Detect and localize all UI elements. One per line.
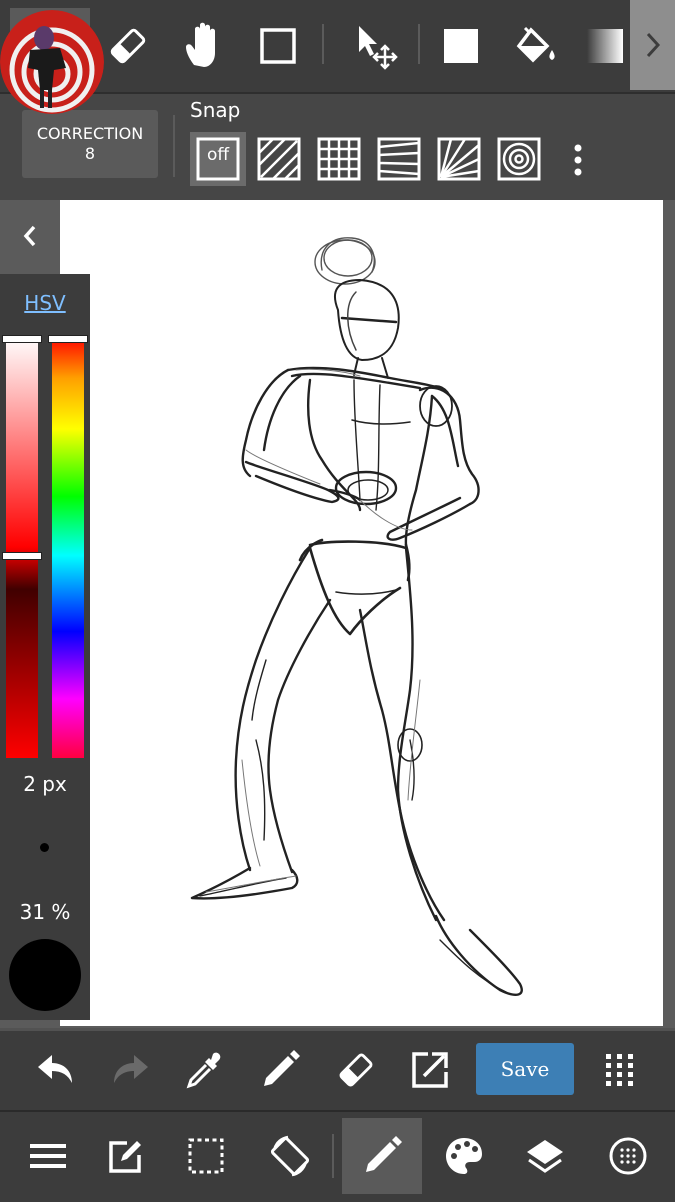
redo-icon [114, 1055, 148, 1083]
grid-dots-icon [606, 1054, 633, 1086]
hand-icon [186, 22, 215, 67]
undo-button[interactable] [26, 1040, 86, 1100]
radial-lines-icon [437, 137, 481, 181]
more-vertical-icon [574, 144, 582, 176]
hand-tool-button[interactable] [165, 8, 245, 84]
fill-square-button[interactable] [421, 8, 501, 84]
snap-off-button[interactable]: off [190, 132, 246, 186]
bucket-icon [516, 26, 555, 63]
vanishing-lines-icon [377, 137, 421, 181]
pen-tool-nav-button[interactable] [342, 1118, 422, 1194]
pen-action-button[interactable] [250, 1040, 310, 1100]
hsv-mode-link[interactable]: HSV [0, 291, 90, 315]
bucket-tool-button[interactable] [497, 8, 577, 84]
export-icon [412, 1052, 448, 1088]
collapse-panel-button[interactable] [0, 200, 60, 272]
snap-grid-button[interactable] [311, 132, 367, 186]
dotted-circle-icon [609, 1137, 647, 1175]
hue-slider[interactable] [52, 336, 84, 758]
grid-menu-button[interactable] [590, 1040, 650, 1100]
rotate-icon [270, 1135, 310, 1177]
save-button[interactable]: Save [476, 1043, 574, 1095]
fill-square-icon [444, 29, 478, 63]
saturation-value-slider[interactable] [6, 336, 38, 758]
toolbar-more-button[interactable] [630, 0, 675, 90]
rectangle-select-icon [260, 28, 296, 64]
nav-divider [332, 1134, 334, 1178]
concentric-circles-icon [497, 137, 541, 181]
layers-icon [527, 1140, 563, 1173]
user-avatar[interactable] [0, 10, 104, 114]
gradient-tool-button[interactable] [580, 8, 630, 84]
correction-button[interactable]: CORRECTION 8 [22, 110, 158, 178]
pen-icon [264, 1050, 300, 1086]
drawing-canvas[interactable] [60, 200, 663, 1026]
pen-icon [366, 1136, 402, 1172]
snap-off-label: off [206, 145, 230, 165]
chevron-right-icon [646, 32, 660, 58]
layers-button[interactable] [505, 1118, 585, 1194]
brush-size-label[interactable]: 2 px [0, 772, 90, 796]
eraser-icon [339, 1053, 373, 1087]
menu-button[interactable] [8, 1118, 88, 1194]
correction-value: 8 [84, 144, 96, 163]
rotate-canvas-button[interactable] [250, 1118, 330, 1194]
undo-icon [38, 1055, 72, 1083]
snap-label: Snap [190, 98, 241, 122]
move-tool-button[interactable] [335, 8, 415, 84]
snap-vanishing-button[interactable] [371, 132, 427, 186]
palette-icon [446, 1138, 482, 1174]
current-color-swatch[interactable] [9, 939, 81, 1011]
move-icon [359, 26, 398, 70]
selection-icon [188, 1138, 224, 1174]
toolbar-divider [418, 24, 420, 64]
snap-parallel-button[interactable] [251, 132, 307, 186]
correction-label: CORRECTION [36, 124, 144, 143]
redo-button[interactable] [100, 1040, 160, 1100]
snap-divider [173, 115, 175, 177]
brightness-slider-handle[interactable] [2, 335, 42, 343]
selection-button[interactable] [166, 1118, 246, 1194]
snap-concentric-button[interactable] [491, 132, 547, 186]
snap-radial-button[interactable] [431, 132, 487, 186]
eyedropper-button[interactable] [175, 1040, 235, 1100]
brush-settings-button[interactable] [588, 1118, 668, 1194]
export-button[interactable] [400, 1040, 460, 1100]
eyedropper-icon [186, 1052, 221, 1089]
brush-size-preview [40, 843, 49, 852]
snap-more-button[interactable] [566, 140, 590, 180]
saturation-value-slider-handle[interactable] [2, 552, 42, 561]
palette-button[interactable] [424, 1118, 504, 1194]
opacity-label[interactable]: 31 % [0, 900, 90, 924]
parallel-lines-icon [257, 137, 301, 181]
eraser-action-button[interactable] [326, 1040, 386, 1100]
figure-sketch [190, 237, 523, 996]
grid-icon [317, 137, 361, 181]
edit-button[interactable] [86, 1118, 166, 1194]
chevron-left-icon [23, 225, 36, 247]
rectangle-select-button[interactable] [238, 8, 318, 84]
eraser-icon [110, 28, 146, 64]
hue-slider-handle[interactable] [48, 335, 88, 343]
toolbar-divider [322, 24, 324, 64]
gradient-icon [587, 29, 623, 63]
edit-icon [109, 1141, 141, 1173]
menu-icon [30, 1144, 66, 1168]
